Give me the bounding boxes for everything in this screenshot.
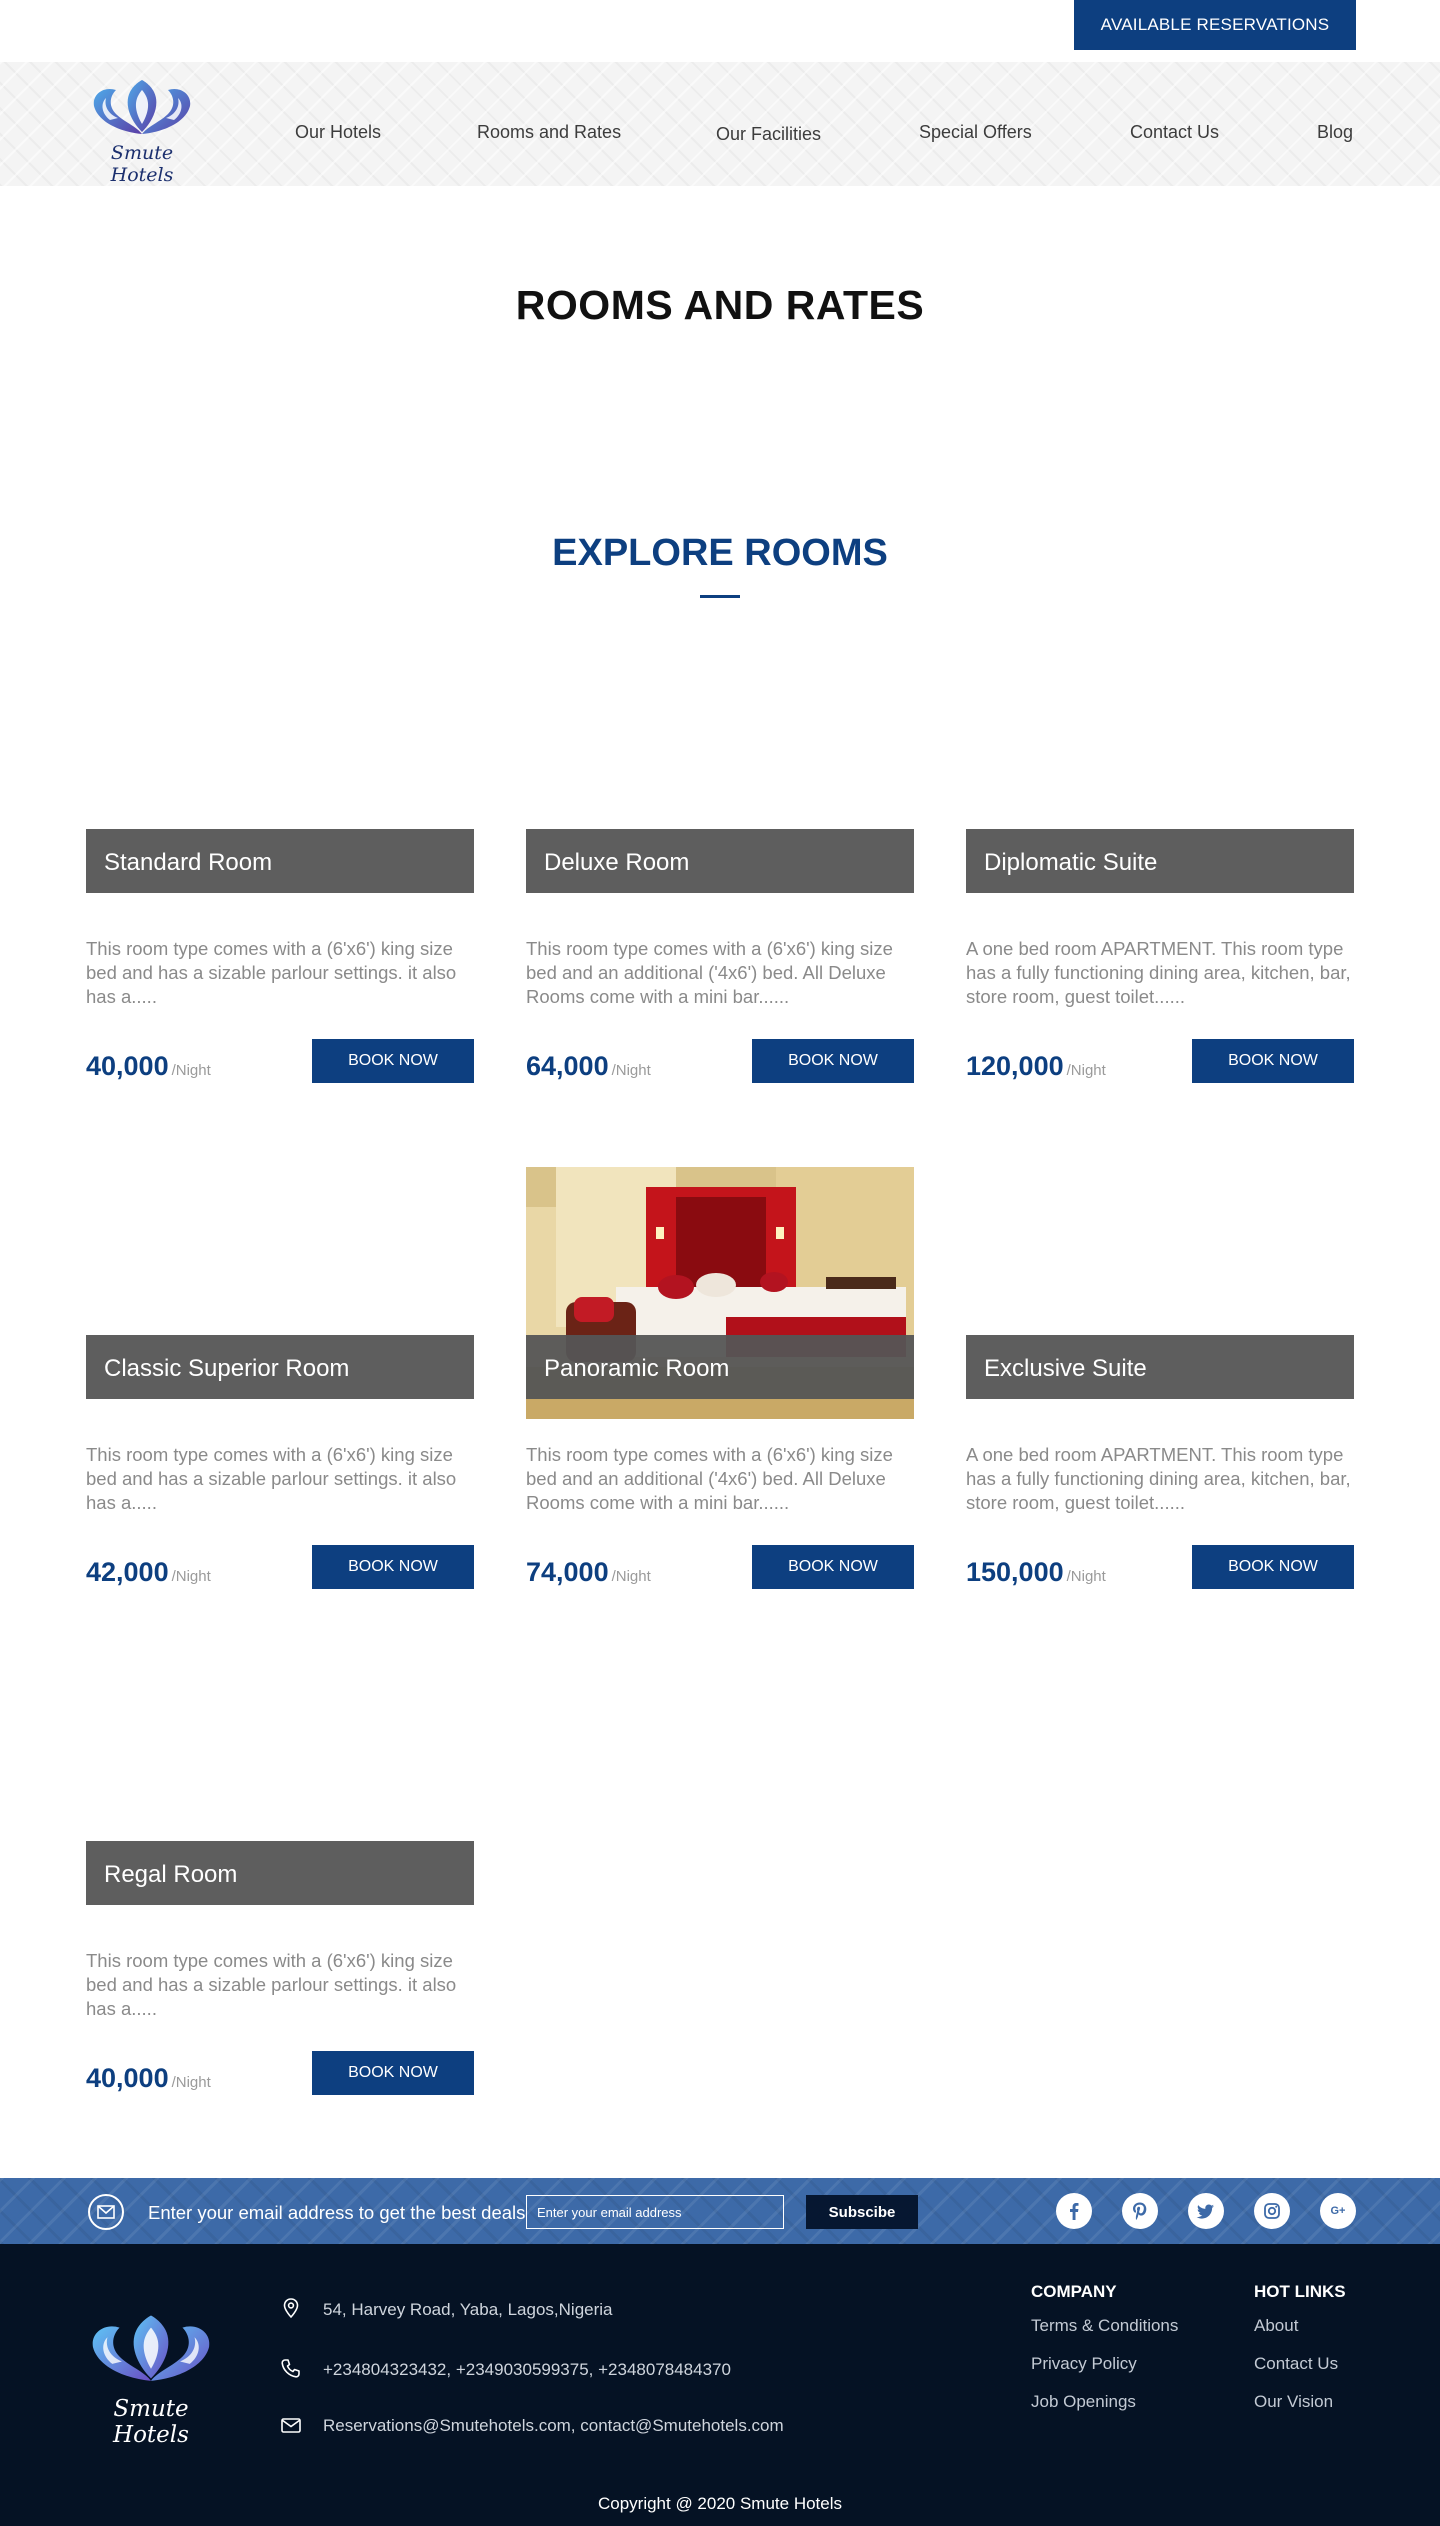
room-price: 40,000/Night bbox=[86, 2063, 211, 2094]
subscribe-button[interactable]: Subscibe bbox=[806, 2195, 918, 2229]
logo-text: Smute Hotels bbox=[110, 142, 174, 186]
page: AVAILABLE RESERVATIONS Smute Hotels Our … bbox=[0, 0, 1440, 2526]
footer-logo[interactable]: Smute Hotels bbox=[76, 2310, 226, 2448]
logo-petals-icon bbox=[93, 80, 191, 134]
room-price: 150,000/Night bbox=[966, 1557, 1106, 1588]
site-header: Smute Hotels Our Hotels Rooms and Rates … bbox=[0, 62, 1440, 186]
footer-link-contact[interactable]: Contact Us bbox=[1254, 2354, 1338, 2374]
site-logo[interactable]: Smute Hotels bbox=[80, 76, 204, 186]
footer-link-jobs[interactable]: Job Openings bbox=[1031, 2392, 1136, 2412]
section-title: EXPLORE ROOMS bbox=[552, 532, 888, 574]
room-name: Classic Superior Room bbox=[86, 1335, 474, 1399]
section-title-underline bbox=[700, 595, 740, 598]
book-now-button[interactable]: BOOK NOW bbox=[312, 2051, 474, 2095]
room-description: A one bed room APARTMENT. This room type… bbox=[966, 938, 1351, 1007]
price-unit: /Night bbox=[1066, 1062, 1106, 1079]
footer-logo-text: Smute Hotels bbox=[113, 2396, 189, 2448]
book-now-button[interactable]: BOOK NOW bbox=[752, 1545, 914, 1589]
nav-blog[interactable]: Blog bbox=[1317, 122, 1353, 143]
room-description: A one bed room APARTMENT. This room type… bbox=[966, 1444, 1351, 1513]
price-value: 40,000 bbox=[86, 2063, 169, 2093]
newsletter-bar: Enter your email address to get the best… bbox=[0, 2178, 1440, 2244]
book-now-button[interactable]: BOOK NOW bbox=[1192, 1545, 1354, 1589]
envelope-icon bbox=[278, 2412, 304, 2438]
room-description: This room type comes with a (6'x6') king… bbox=[86, 1444, 457, 1513]
book-now-button[interactable]: BOOK NOW bbox=[312, 1039, 474, 1083]
phone-icon bbox=[278, 2356, 304, 2382]
room-price: 42,000/Night bbox=[86, 1557, 211, 1588]
page-title: ROOMS AND RATES bbox=[515, 282, 925, 328]
book-now-button[interactable]: BOOK NOW bbox=[752, 1039, 914, 1083]
room-name: Diplomatic Suite bbox=[966, 829, 1354, 893]
room-name: Exclusive Suite bbox=[966, 1335, 1354, 1399]
room-price: 74,000/Night bbox=[526, 1557, 651, 1588]
room-name: Deluxe Room bbox=[526, 829, 914, 893]
site-footer: Smute Hotels 54, Harvey Road, Yaba, Lago… bbox=[0, 2244, 1440, 2526]
room-name: Panoramic Room bbox=[526, 1335, 914, 1399]
footer-link-terms[interactable]: Terms & Conditions bbox=[1031, 2316, 1178, 2336]
nav-contact-us[interactable]: Contact Us bbox=[1130, 122, 1219, 143]
newsletter-prompt: Enter your email address to get the best… bbox=[148, 2202, 526, 2223]
email-addresses-text: Reservations@Smutehotels.com, contact@Sm… bbox=[323, 2416, 784, 2435]
pinterest-icon[interactable] bbox=[1122, 2193, 1158, 2229]
price-value: 40,000 bbox=[86, 1051, 169, 1081]
footer-link-privacy[interactable]: Privacy Policy bbox=[1031, 2354, 1137, 2374]
room-price: 64,000/Night bbox=[526, 1051, 651, 1082]
location-pin-icon bbox=[278, 2296, 304, 2322]
footer-logo-petals-icon bbox=[92, 2315, 210, 2381]
facebook-icon[interactable] bbox=[1056, 2193, 1092, 2229]
mail-icon bbox=[88, 2194, 124, 2230]
room-price: 120,000/Night bbox=[966, 1051, 1106, 1082]
nav-special-offers[interactable]: Special Offers bbox=[919, 122, 1032, 143]
address-text: 54, Harvey Road, Yaba, Lagos,Nigeria bbox=[323, 2300, 613, 2319]
footer-link-vision[interactable]: Our Vision bbox=[1254, 2392, 1333, 2412]
google-plus-icon[interactable]: G+ bbox=[1320, 2193, 1356, 2229]
room-description: This room type comes with a (6'x6') king… bbox=[526, 1444, 893, 1513]
copyright-text: Copyright @ 2020 Smute Hotels bbox=[597, 2494, 843, 2513]
phone-numbers-text: +234804323432, +2349030599375, +23480784… bbox=[323, 2360, 731, 2379]
room-price: 40,000/Night bbox=[86, 1051, 211, 1082]
room-description: This room type comes with a (6'x6') king… bbox=[86, 938, 457, 1007]
top-bar: AVAILABLE RESERVATIONS bbox=[0, 0, 1440, 62]
available-reservations-button[interactable]: AVAILABLE RESERVATIONS bbox=[1074, 0, 1356, 50]
price-unit: /Night bbox=[171, 1568, 211, 1585]
price-unit: /Night bbox=[611, 1062, 651, 1079]
company-heading: COMPANY bbox=[1031, 2282, 1117, 2301]
instagram-icon[interactable] bbox=[1254, 2193, 1290, 2229]
room-description: This room type comes with a (6'x6') king… bbox=[526, 938, 893, 1007]
price-unit: /Night bbox=[611, 1568, 651, 1585]
room-name: Regal Room bbox=[86, 1841, 474, 1905]
twitter-icon[interactable] bbox=[1188, 2193, 1224, 2229]
price-value: 120,000 bbox=[966, 1051, 1064, 1081]
price-value: 64,000 bbox=[526, 1051, 609, 1081]
book-now-button[interactable]: BOOK NOW bbox=[1192, 1039, 1354, 1083]
footer-link-about[interactable]: About bbox=[1254, 2316, 1298, 2336]
room-description: This room type comes with a (6'x6') king… bbox=[86, 1950, 457, 2019]
newsletter-email-input[interactable] bbox=[526, 2195, 784, 2229]
hot-links-heading: HOT LINKS bbox=[1254, 2282, 1346, 2301]
price-value: 74,000 bbox=[526, 1557, 609, 1587]
price-unit: /Night bbox=[1066, 1568, 1106, 1585]
price-value: 42,000 bbox=[86, 1557, 169, 1587]
price-value: 150,000 bbox=[966, 1557, 1064, 1587]
nav-our-facilities[interactable]: Our Facilities bbox=[716, 124, 821, 145]
nav-rooms-and-rates[interactable]: Rooms and Rates bbox=[477, 122, 621, 143]
book-now-button[interactable]: BOOK NOW bbox=[312, 1545, 474, 1589]
nav-our-hotels[interactable]: Our Hotels bbox=[295, 122, 381, 143]
room-name: Standard Room bbox=[86, 829, 474, 893]
price-unit: /Night bbox=[171, 2074, 211, 2091]
price-unit: /Night bbox=[171, 1062, 211, 1079]
